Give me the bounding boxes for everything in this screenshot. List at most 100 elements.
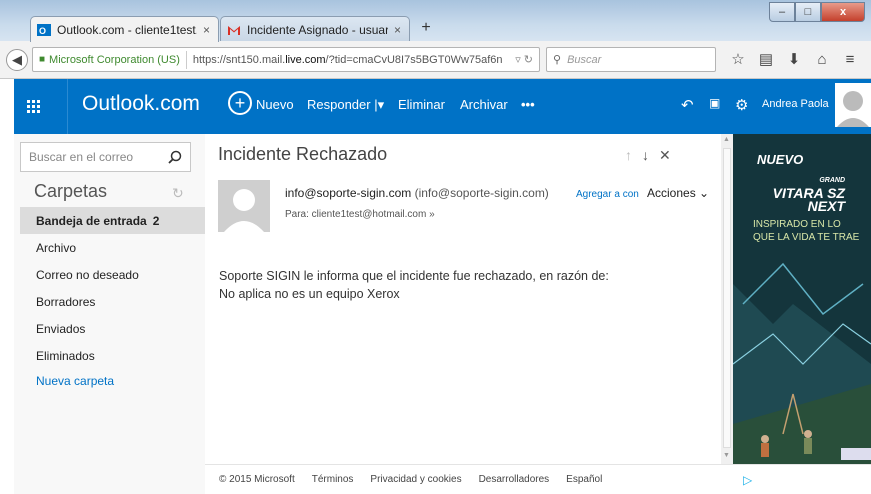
user-avatar[interactable]	[835, 83, 871, 127]
body-line: Soporte SIGIN le informa que el incident…	[219, 269, 609, 283]
reload-icon[interactable]: ▿ ↻	[515, 53, 533, 66]
sender-line: info@soporte-sigin.com (info@soporte-sig…	[285, 186, 549, 200]
browser-navbar: ◀ ■ Microsoft Corporation (US) https://s…	[0, 41, 871, 79]
sender-email[interactable]: info@soporte-sigin.com	[285, 186, 411, 200]
user-name[interactable]: Andrea Paola	[762, 98, 829, 110]
ad-headline: NUEVO	[757, 152, 804, 167]
user-silhouette-icon	[835, 83, 871, 127]
folders-heading[interactable]: Carpetas	[34, 181, 107, 202]
folder-inbox[interactable]: Bandeja de entrada 2	[20, 207, 205, 234]
left-frame	[0, 79, 14, 494]
folder-drafts[interactable]: Borradores	[20, 288, 205, 315]
bookmarks-list-icon[interactable]: ▤	[752, 50, 780, 70]
message-subject: Incidente Rechazado	[218, 144, 388, 164]
chevron-down-icon: »	[429, 209, 435, 220]
svg-text:O: O	[39, 26, 46, 36]
window-controls: – □ x	[769, 2, 865, 22]
reading-scrollbar[interactable]: ▲ ▼	[721, 134, 733, 464]
new-folder-link[interactable]: Nueva carpeta	[20, 367, 205, 394]
arrow-down-icon[interactable]: ↓	[642, 147, 649, 164]
browser-search-input[interactable]: ⚲ Buscar	[546, 47, 716, 72]
add-contact-link[interactable]: Agregar a con	[576, 189, 639, 200]
folder-sent[interactable]: Enviados	[20, 315, 205, 342]
unread-count: 2	[152, 213, 160, 228]
message-body: Soporte SIGIN le informa que el incident…	[219, 267, 609, 303]
folder-sidebar: Buscar en el correo Carpetas ↻ Bandeja d…	[14, 134, 205, 494]
recipient-line[interactable]: Para: cliente1test@hotmail.com »	[285, 209, 435, 220]
url-text: https://snt150.mail.live.com/?tid=cmaCvU…	[192, 53, 503, 66]
home-icon[interactable]: ⌂	[808, 50, 836, 70]
copyright: © 2015 Microsoft	[219, 474, 295, 485]
delete-button[interactable]: Eliminar	[398, 97, 445, 112]
refresh-icon[interactable]: ↻	[172, 185, 184, 202]
advertisement[interactable]: NUEVO GRAND VITARA SZ NEXT INSPIRADO EN …	[733, 134, 871, 464]
new-button[interactable]: Nuevo	[256, 97, 294, 112]
messenger-icon[interactable]: ▣	[709, 96, 720, 110]
site-identity: Microsoft Corporation (US)	[49, 53, 180, 66]
lock-icon: ■	[39, 54, 46, 65]
tab-outlook-label: Outlook.com - cliente1test...	[57, 22, 197, 37]
scroll-up-icon[interactable]: ▲	[723, 136, 730, 143]
outlook-header: Outlook.com + Nuevo Responder |▾ Elimina…	[0, 79, 871, 134]
outlook-brand[interactable]: Outlook.com	[82, 92, 200, 116]
minimize-button[interactable]: –	[769, 2, 795, 22]
privacy-link[interactable]: Privacidad y cookies	[370, 474, 461, 485]
address-bar[interactable]: ■ Microsoft Corporation (US) https://snt…	[32, 47, 540, 72]
arrow-up-icon[interactable]: ↑	[625, 147, 632, 164]
undo-icon[interactable]: ↶	[681, 96, 694, 114]
page-footer: © 2015 Microsoft Términos Privacidad y c…	[205, 464, 733, 494]
sidebar-footer	[14, 464, 205, 494]
ad-footer: ▷	[733, 464, 871, 494]
more-options-button[interactable]: •••	[521, 97, 535, 112]
folder-junk[interactable]: Correo no deseado	[20, 261, 205, 288]
waffle-icon	[26, 99, 40, 113]
tab-close-icon[interactable]: ×	[394, 23, 401, 37]
maximize-button[interactable]: □	[795, 2, 821, 22]
developers-link[interactable]: Desarrolladores	[479, 474, 550, 485]
mail-search-input[interactable]: Buscar en el correo	[20, 142, 191, 172]
sender-avatar	[218, 180, 270, 232]
url-separator	[185, 50, 187, 69]
arrow-left-icon: ◀	[12, 52, 22, 67]
body-line: No aplica no es un equipo Xerox	[219, 287, 400, 301]
scroll-down-icon[interactable]: ▼	[723, 452, 730, 459]
new-tab-button[interactable]: +	[416, 19, 436, 37]
browser-window: O Outlook.com - cliente1test... × Incide…	[0, 0, 871, 494]
chevron-down-icon: |▾	[374, 97, 385, 112]
reply-button[interactable]: Responder |▾	[307, 97, 384, 113]
archive-button[interactable]: Archivar	[460, 97, 508, 112]
search-icon[interactable]	[168, 150, 182, 167]
browser-toolbar-icons: ☆ ▤ ⬇ ⌂ ≡	[724, 50, 864, 70]
actions-menu[interactable]: Acciones ⌄	[647, 186, 709, 200]
outlook-favicon-icon: O	[37, 23, 51, 36]
terms-link[interactable]: Términos	[312, 474, 354, 485]
chevron-down-icon: ⌄	[699, 186, 710, 200]
menu-icon[interactable]: ≡	[836, 50, 864, 70]
tab-outlook[interactable]: O Outlook.com - cliente1test... ×	[30, 16, 219, 42]
message-nav: ↑ ↓ ✕	[625, 147, 671, 164]
folder-deleted[interactable]: Eliminados	[20, 342, 205, 369]
bookmark-star-icon[interactable]: ☆	[724, 50, 752, 70]
reading-pane: Incidente Rechazado ↑ ↓ ✕ info@soporte-s…	[205, 134, 721, 464]
folder-archive[interactable]: Archivo	[20, 234, 205, 261]
ad-tagline: INSPIRADO EN LO QUE LA VIDA TE TRAE	[753, 219, 860, 243]
search-icon: ⚲	[553, 54, 562, 66]
adchoices-icon[interactable]: ▷	[743, 473, 752, 487]
tab-gmail-label: Incidente Asignado - usuar...	[247, 22, 388, 37]
tab-close-icon[interactable]: ×	[203, 23, 210, 37]
close-window-button[interactable]: x	[821, 2, 865, 22]
plus-circle-icon[interactable]: +	[228, 91, 252, 115]
mail-search-placeholder: Buscar en el correo	[29, 150, 134, 164]
tab-gmail[interactable]: Incidente Asignado - usuar... ×	[220, 16, 410, 42]
close-icon[interactable]: ✕	[659, 147, 671, 164]
sender-address: (info@soporte-sigin.com)	[414, 186, 549, 200]
back-button[interactable]: ◀	[6, 49, 28, 71]
gear-icon[interactable]: ⚙	[735, 96, 748, 114]
browser-search-placeholder: Buscar	[567, 53, 602, 66]
gmail-favicon-icon	[228, 25, 240, 35]
ad-brand: GRAND VITARA SZ NEXT	[772, 177, 845, 214]
scrollbar-thumb[interactable]	[723, 148, 731, 448]
download-icon[interactable]: ⬇	[780, 50, 808, 70]
user-silhouette-icon	[218, 180, 270, 232]
language-link[interactable]: Español	[566, 474, 602, 485]
